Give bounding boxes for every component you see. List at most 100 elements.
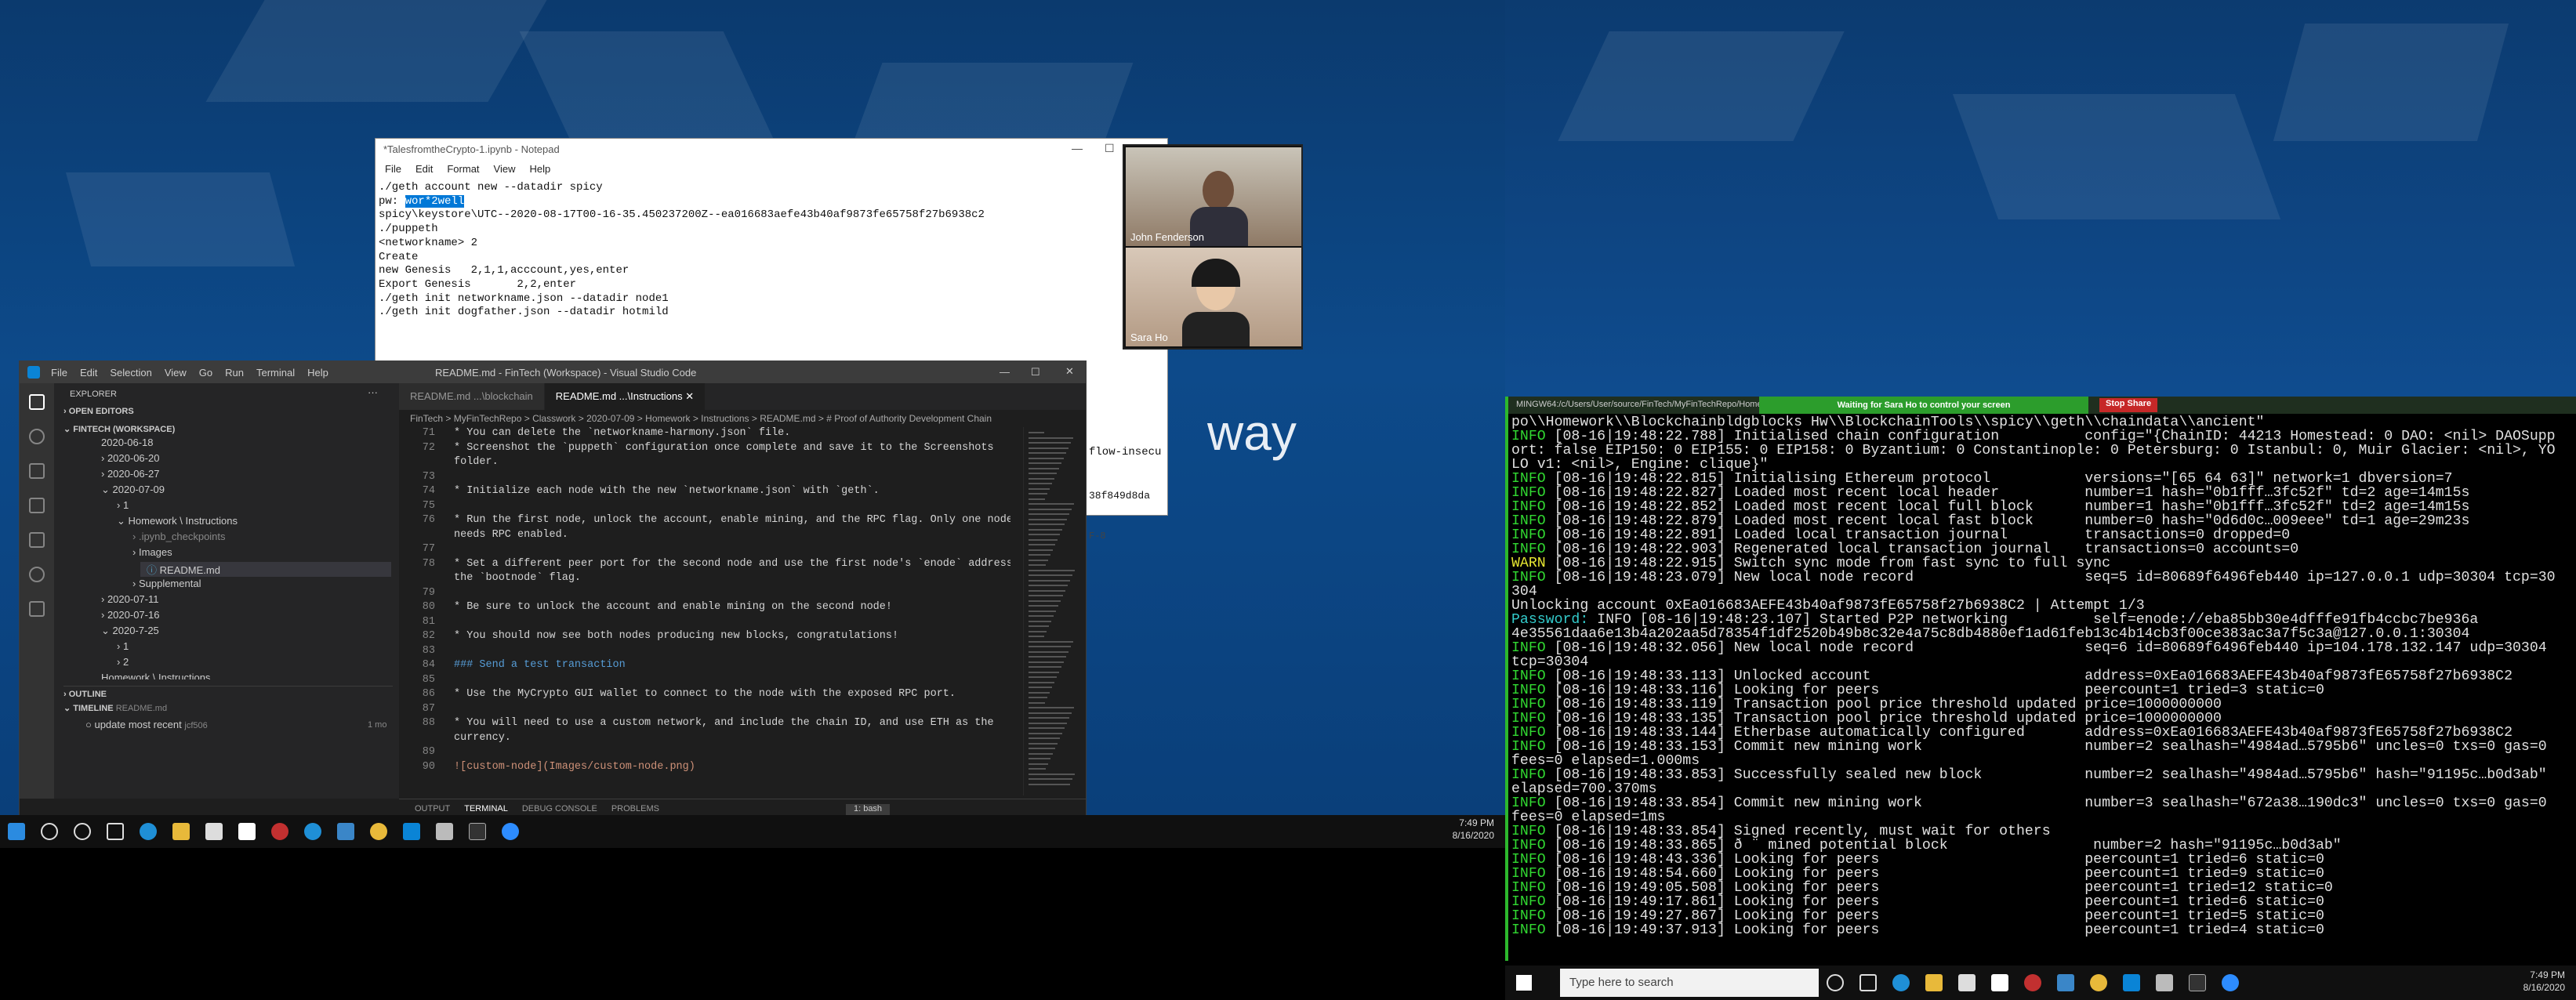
tree-item[interactable]: ⌄ 2020-7-25 <box>101 625 159 637</box>
minimize-icon[interactable]: — <box>1000 366 1010 378</box>
menu-edit[interactable]: Edit <box>415 163 433 177</box>
menu-help[interactable]: Help <box>529 163 550 177</box>
video-tile-john[interactable]: John Fenderson <box>1126 147 1301 246</box>
panel-tab-output[interactable]: OUTPUT <box>415 804 450 816</box>
notepad-taskbar-icon[interactable] <box>2156 974 2173 991</box>
mingw-terminal-window[interactable]: MINGW64:/c/Users/User/source/FinTech/MyF… <box>1505 397 2576 961</box>
tree-item[interactable]: › 1 <box>117 499 129 511</box>
timeline-section[interactable]: ⌄ TIMELINE README.md <box>63 703 167 713</box>
ie-icon[interactable] <box>304 823 321 840</box>
left-clock[interactable]: 7:49 PM 8/16/2020 <box>1453 817 1494 842</box>
explorer-icon[interactable] <box>29 394 45 410</box>
menu-file[interactable]: File <box>385 163 401 177</box>
tab-readme-instructions[interactable]: README.md ...\Instructions ✕ <box>544 383 706 410</box>
zoom-icon[interactable] <box>2222 974 2239 991</box>
right-clock[interactable]: 7:49 PM 8/16/2020 <box>2523 969 2565 994</box>
video-tile-sara[interactable]: Sara Ho <box>1126 248 1301 346</box>
notepad-taskbar-icon[interactable] <box>436 823 453 840</box>
close-icon[interactable]: ✕ <box>685 390 694 402</box>
edge-icon[interactable] <box>1892 974 1910 991</box>
menu-help[interactable]: Help <box>307 367 328 379</box>
tree-item-active[interactable]: ⓘ README.md <box>140 562 391 577</box>
panel-tab-debug[interactable]: DEBUG CONSOLE <box>522 804 597 816</box>
minimize-icon[interactable]: — <box>1072 142 1083 154</box>
terminal-taskbar-icon[interactable] <box>469 823 486 840</box>
tree-item[interactable]: › 2020-07-11 <box>101 593 159 605</box>
minimap[interactable] <box>1023 427 1078 795</box>
app-icon[interactable] <box>271 823 288 840</box>
task-view-icon[interactable] <box>1859 974 1877 991</box>
tree-item[interactable]: › Images <box>132 546 172 558</box>
menu-go[interactable]: Go <box>199 367 212 379</box>
stop-share-button[interactable]: Stop Share <box>2099 398 2158 412</box>
vscode-titlebar[interactable]: File Edit Selection View Go Run Terminal… <box>20 361 1086 383</box>
tree-item[interactable]: › Supplemental <box>132 578 201 589</box>
menu-format[interactable]: Format <box>447 163 479 177</box>
cortana-icon[interactable] <box>74 823 91 840</box>
tree-item[interactable]: › .ipynb_checkpoints <box>132 531 226 542</box>
menu-view[interactable]: View <box>494 163 516 177</box>
search-icon[interactable] <box>41 823 58 840</box>
close-icon[interactable]: ✕ <box>1065 365 1074 378</box>
code-lines[interactable]: 71 * You can delete the `networkname-harm… <box>399 427 1010 795</box>
vscode-taskbar-icon[interactable] <box>403 823 420 840</box>
start-icon[interactable] <box>8 823 25 840</box>
tree-item[interactable]: ⌄ 2020-07-09 <box>101 484 165 496</box>
tree-item[interactable]: › 2020-06-27 <box>101 468 159 480</box>
tab-readme-blockchain[interactable]: README.md ...\blockchain <box>399 383 544 410</box>
file-explorer-icon[interactable] <box>172 823 190 840</box>
edge-icon[interactable] <box>140 823 157 840</box>
menu-run[interactable]: Run <box>225 367 244 379</box>
app-icon[interactable] <box>2024 974 2041 991</box>
store-icon[interactable] <box>1958 974 1976 991</box>
amazon-icon[interactable] <box>1991 974 2008 991</box>
cortana-icon[interactable] <box>1827 974 1844 991</box>
more-actions-icon[interactable]: ··· <box>368 386 378 398</box>
timeline-item[interactable]: ○ update most recent jcf506 <box>85 719 208 730</box>
taskbar-search-input[interactable]: Type here to search <box>1560 969 1819 997</box>
terminal-taskbar-icon[interactable] <box>2189 974 2206 991</box>
notepad-titlebar[interactable]: *TalesfromtheCrypto-1.ipynb - Notepad — … <box>376 139 1167 161</box>
outline-section[interactable]: › OUTLINE <box>63 686 393 699</box>
vscode-taskbar-icon[interactable] <box>2123 974 2140 991</box>
vscode-window[interactable]: File Edit Selection View Go Run Terminal… <box>19 361 1087 820</box>
open-editors-section[interactable]: › OPEN EDITORS <box>63 407 134 416</box>
maximize-icon[interactable]: ☐ <box>1105 142 1115 155</box>
tree-item[interactable]: ⌄ Homework \ Instructions <box>117 515 238 527</box>
panel-tab-terminal[interactable]: TERMINAL <box>464 804 508 816</box>
terminal-select[interactable]: 1: bash <box>845 804 891 816</box>
workspace-section[interactable]: ⌄ FINTECH (WORKSPACE) <box>63 424 175 434</box>
chrome-icon[interactable] <box>370 823 387 840</box>
remote-icon[interactable] <box>29 567 45 582</box>
start-icon[interactable] <box>1516 975 1532 991</box>
notebook-icon[interactable] <box>29 601 45 617</box>
amazon-icon[interactable] <box>238 823 256 840</box>
editor-area[interactable]: README.md ...\blockchain README.md ...\I… <box>399 383 1086 799</box>
extensions-icon[interactable] <box>29 532 45 548</box>
chrome-icon[interactable] <box>2090 974 2107 991</box>
tree-item[interactable]: › 1 <box>117 640 129 652</box>
menu-edit[interactable]: Edit <box>80 367 97 379</box>
menu-terminal[interactable]: Terminal <box>256 367 295 379</box>
breadcrumb[interactable]: FinTech > MyFinTechRepo > Classwork > 20… <box>399 410 1086 427</box>
tree-item[interactable]: Homework \ Instructions <box>101 672 210 679</box>
task-view-icon[interactable] <box>107 823 124 840</box>
source-control-icon[interactable] <box>29 463 45 479</box>
menu-view[interactable]: View <box>165 367 187 379</box>
maximize-icon[interactable]: ☐ <box>1031 366 1040 379</box>
tree-item[interactable]: 2020-06-18 <box>101 437 154 448</box>
zoom-icon[interactable] <box>502 823 519 840</box>
video-call-panel[interactable]: John Fenderson Sara Ho <box>1123 144 1303 350</box>
menu-file[interactable]: File <box>51 367 67 379</box>
mail-icon[interactable] <box>337 823 354 840</box>
tree-item[interactable]: › 2 <box>117 656 129 668</box>
store-icon[interactable] <box>205 823 223 840</box>
search-icon[interactable] <box>29 429 45 444</box>
panel-tab-problems[interactable]: PROBLEMS <box>611 804 659 816</box>
tree-item[interactable]: › 2020-07-16 <box>101 609 159 621</box>
terminal-output[interactable]: po\\Homework\\Blockchainbldgblocks Hw\\B… <box>1511 415 2576 956</box>
menu-selection[interactable]: Selection <box>110 367 151 379</box>
mail-icon[interactable] <box>2057 974 2074 991</box>
run-debug-icon[interactable] <box>29 498 45 513</box>
file-explorer-icon[interactable] <box>1925 974 1943 991</box>
